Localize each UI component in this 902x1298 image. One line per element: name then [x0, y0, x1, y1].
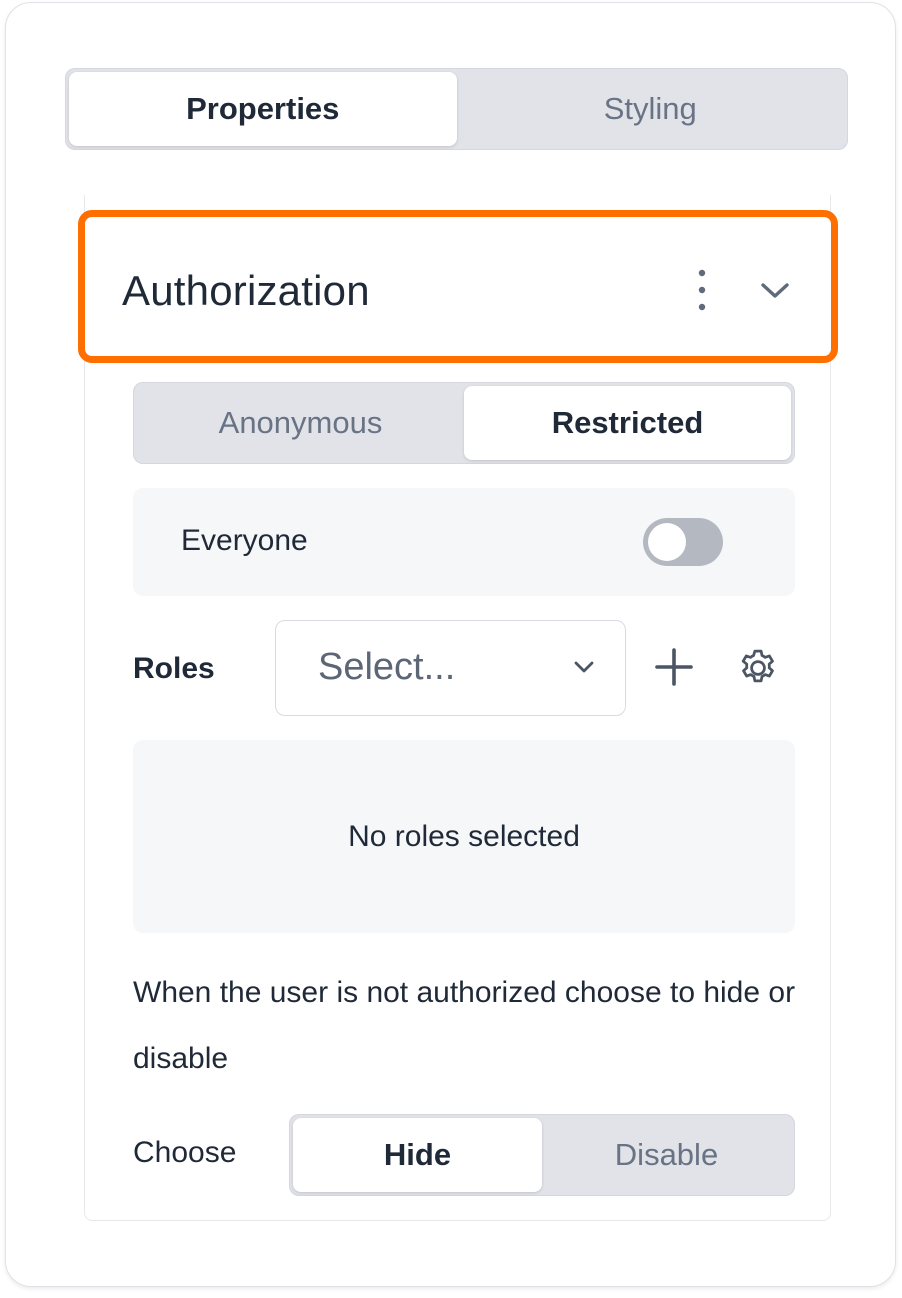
- plus-icon[interactable]: [652, 645, 696, 689]
- authorization-section-header[interactable]: Authorization: [78, 210, 838, 363]
- panel-tabs: Properties Styling: [65, 68, 848, 150]
- roles-select-value: Select...: [318, 646, 456, 688]
- everyone-label: Everyone: [181, 524, 308, 557]
- section-title: Authorization: [122, 267, 370, 314]
- choose-label: Choose: [133, 1136, 237, 1169]
- roles-label: Roles: [133, 652, 215, 685]
- hide-option[interactable]: Hide: [293, 1118, 542, 1192]
- everyone-toggle[interactable]: [643, 518, 723, 566]
- chevron-down-icon[interactable]: [757, 275, 793, 305]
- everyone-row: Everyone: [133, 488, 795, 596]
- gear-icon[interactable]: [736, 646, 780, 690]
- access-restricted-option[interactable]: Restricted: [464, 386, 791, 460]
- chevron-down-icon: [574, 661, 594, 673]
- tab-properties[interactable]: Properties: [69, 72, 457, 146]
- tab-styling[interactable]: Styling: [457, 72, 845, 146]
- unauthorized-behavior-toggle: Hide Disable: [289, 1114, 795, 1196]
- access-anonymous-option[interactable]: Anonymous: [137, 386, 464, 460]
- access-mode-toggle: Anonymous Restricted: [133, 382, 795, 464]
- toggle-knob: [648, 523, 686, 561]
- roles-select[interactable]: Select...: [275, 620, 626, 716]
- more-vertical-icon[interactable]: [690, 267, 714, 313]
- disable-option[interactable]: Disable: [542, 1118, 791, 1192]
- roles-empty-state: No roles selected: [133, 740, 795, 933]
- unauthorized-hint: When the user is not authorized choose t…: [133, 976, 796, 1075]
- roles-empty-text: No roles selected: [348, 819, 580, 853]
